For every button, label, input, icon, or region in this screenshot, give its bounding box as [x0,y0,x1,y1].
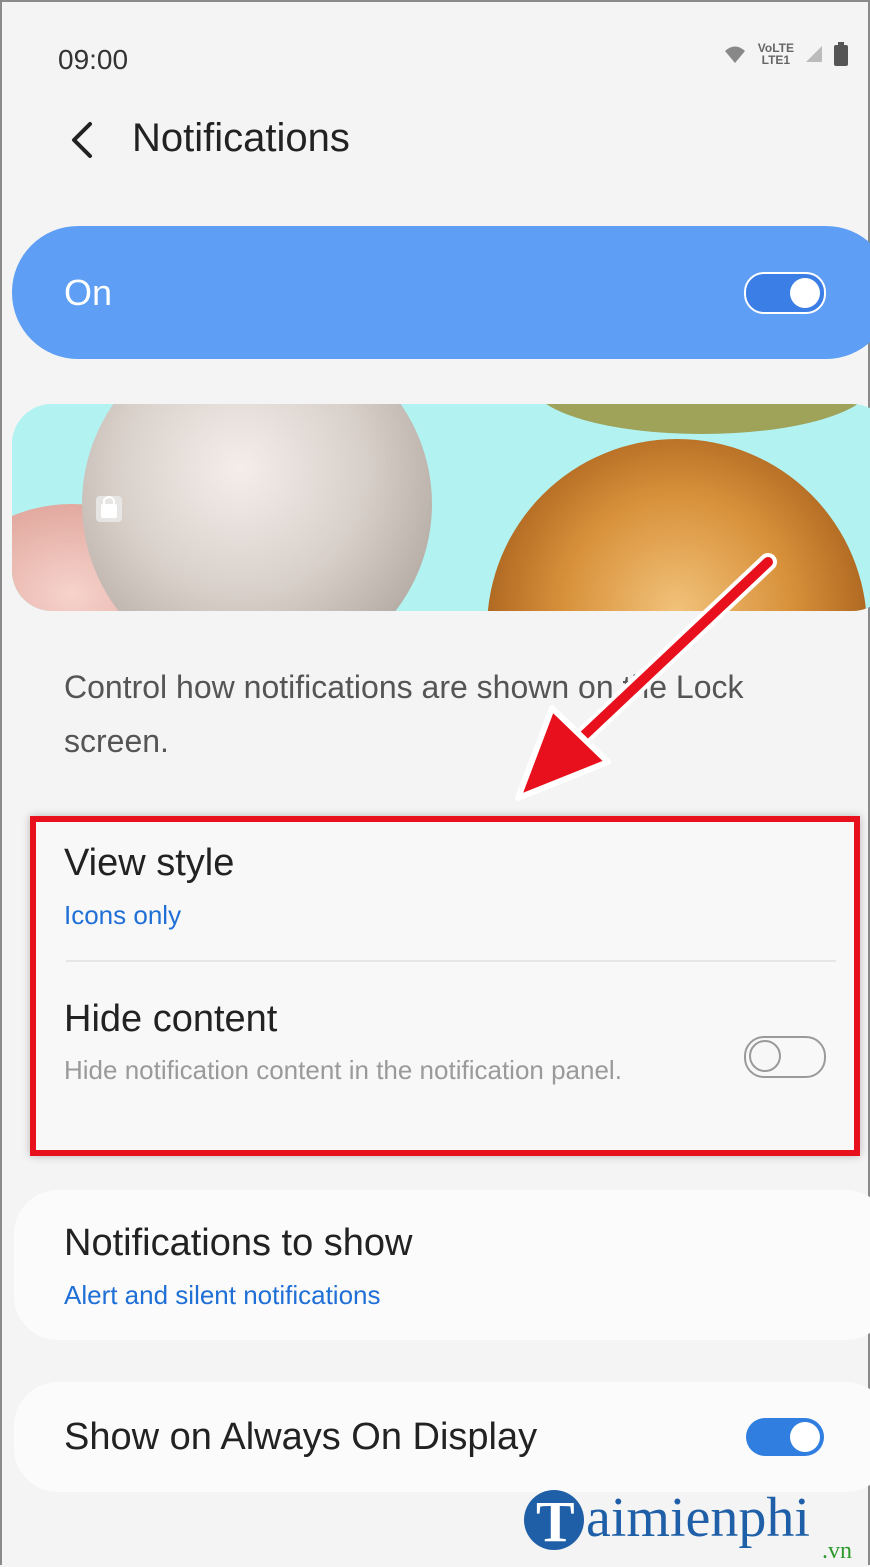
status-time: 09:00 [58,44,129,75]
back-icon[interactable] [64,118,100,162]
master-switch-bar[interactable]: On [12,226,870,359]
annotation-arrow [515,553,777,801]
hide-content-row[interactable]: Hide content Hide notification content i… [36,962,854,1150]
hide-content-title: Hide content [64,998,278,1040]
notifications-to-show-row[interactable]: Notifications to show Alert and silent n… [14,1190,870,1340]
always-on-display-title: Show on Always On Display [64,1416,538,1458]
lock-icon [101,496,117,518]
always-on-display-row[interactable]: Show on Always On Display [14,1382,870,1492]
master-toggle[interactable] [744,272,826,314]
view-style-value: Icons only [64,900,182,930]
watermark-tld: .vn [822,1538,852,1564]
hide-content-subtitle: Hide notification content in the notific… [64,1055,622,1085]
signal-icon [806,46,822,62]
always-on-display-toggle[interactable] [746,1418,824,1456]
toggle-knob [749,1040,781,1072]
header: Notifications [64,112,824,172]
watermark-brand: aimienphi [586,1487,810,1549]
master-switch-label: On [64,272,113,313]
status-icons: VoLTE LTE1 [722,42,848,66]
view-style-row[interactable]: View style Icons only [36,822,854,962]
wifi-icon [724,46,745,63]
page-title: Notifications [132,116,350,160]
status-bar: 09:00 VoLTE LTE1 [58,40,848,80]
hide-content-toggle[interactable] [744,1036,826,1078]
toggle-knob [790,1422,820,1452]
view-style-title: View style [64,842,235,884]
lte-label: LTE1 [761,53,791,67]
toggle-knob [790,278,820,308]
watermark-initial: T [536,1489,575,1554]
battery-icon [834,42,848,66]
watermark-logo: T aimienphi .vn [522,1480,862,1564]
lock-screen-options-card: View style Icons only Hide content Hide … [30,816,860,1156]
volte-indicator: VoLTE LTE1 [758,42,794,66]
notifications-to-show-value: Alert and silent notifications [64,1280,381,1310]
notifications-to-show-title: Notifications to show [64,1222,413,1264]
